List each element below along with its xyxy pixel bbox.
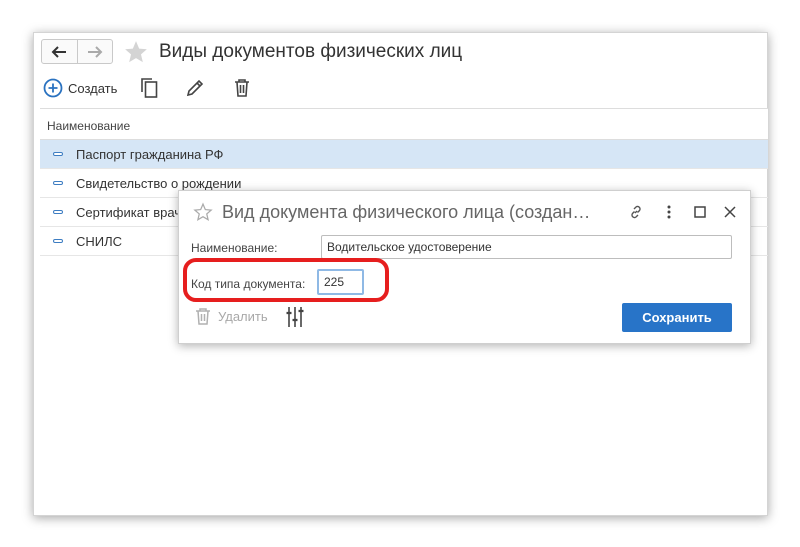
- dialog-favorite-button[interactable]: [193, 202, 213, 227]
- edit-button[interactable]: [185, 78, 205, 98]
- copy-icon: [141, 78, 158, 98]
- toolbar: Создать: [43, 76, 251, 100]
- list-item-label: Паспорт гражданина РФ: [76, 146, 224, 162]
- column-header-name[interactable]: Наименование: [40, 109, 768, 140]
- maximize-icon: [694, 206, 706, 218]
- settings-button[interactable]: [286, 306, 304, 333]
- more-menu-button[interactable]: [660, 203, 678, 221]
- document-type-dialog: Вид документа физического лица (создан… …: [178, 190, 751, 344]
- pencil-icon: [187, 79, 204, 97]
- more-vertical-icon: [667, 205, 671, 219]
- delete-button[interactable]: Удалить: [195, 307, 268, 326]
- code-input[interactable]: [317, 269, 364, 295]
- arrow-left-icon: [51, 45, 67, 58]
- delete-button-label: Удалить: [218, 309, 268, 324]
- code-field-label: Код типа документа:: [191, 277, 306, 291]
- item-marker-icon: [53, 239, 63, 243]
- maximize-button[interactable]: [691, 203, 709, 221]
- list-item-label: СНИЛС: [76, 233, 123, 249]
- star-icon: [125, 41, 147, 63]
- dialog-title: Вид документа физического лица (создан…: [222, 202, 591, 222]
- create-button-label: Создать: [68, 80, 118, 96]
- plus-circle-icon: [43, 78, 63, 98]
- close-button[interactable]: [721, 203, 739, 221]
- link-icon: [631, 205, 641, 219]
- trash-icon: [235, 79, 250, 97]
- star-outline-icon: [193, 202, 213, 221]
- sliders-icon: [286, 307, 304, 327]
- navigation-buttons: [41, 39, 113, 64]
- name-input[interactable]: [321, 235, 732, 259]
- list-item[interactable]: Паспорт гражданина РФ: [40, 140, 768, 169]
- save-button[interactable]: Сохранить: [622, 303, 732, 332]
- item-marker-icon: [53, 181, 63, 185]
- back-button[interactable]: [42, 40, 77, 63]
- list-item-label: Свидетельство о рождении: [76, 175, 242, 191]
- trash-icon: [196, 308, 210, 325]
- delete-toolbar-button[interactable]: [233, 78, 251, 98]
- favorite-star-button[interactable]: [123, 39, 149, 65]
- create-button[interactable]: Создать: [43, 78, 117, 98]
- copy-button[interactable]: [139, 77, 159, 99]
- link-button[interactable]: [627, 203, 645, 221]
- arrow-right-icon: [87, 45, 103, 58]
- name-field-label: Наименование:: [191, 241, 278, 255]
- page-title: Виды документов физических лиц: [159, 41, 463, 62]
- item-marker-icon: [53, 152, 63, 156]
- item-marker-icon: [53, 210, 63, 214]
- close-icon: [724, 206, 736, 218]
- list-item-label: Сертификат врача: [76, 204, 189, 220]
- forward-button[interactable]: [76, 40, 113, 63]
